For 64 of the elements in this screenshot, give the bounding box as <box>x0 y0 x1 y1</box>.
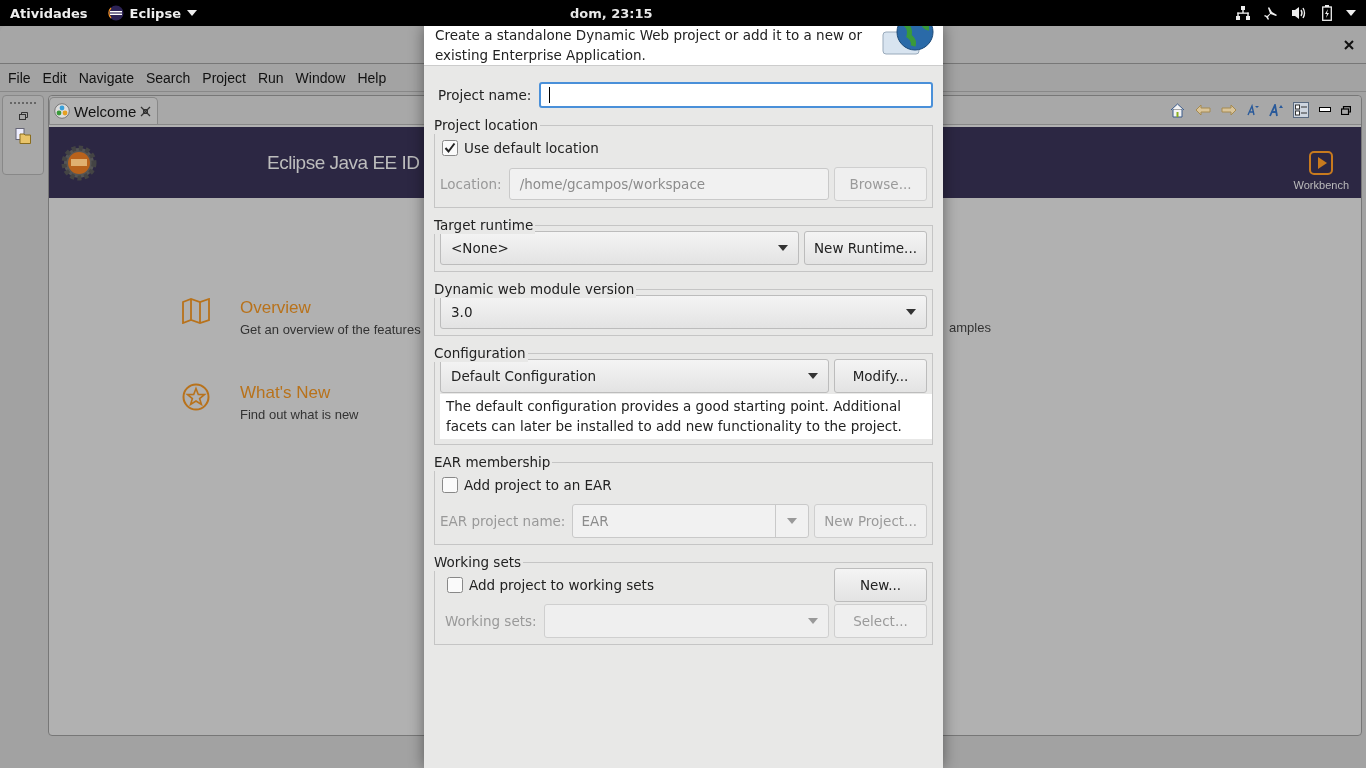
field-label: Working sets: <box>445 613 538 629</box>
caret-icon <box>808 618 818 624</box>
caret-icon <box>787 518 798 524</box>
button[interactable]: New... <box>834 568 927 602</box>
welcome-icon <box>54 103 70 119</box>
button[interactable]: Modify... <box>834 359 927 393</box>
menu-item[interactable]: Project <box>196 69 252 86</box>
home-icon[interactable] <box>1170 102 1185 118</box>
menu-item[interactable]: Window <box>289 69 352 86</box>
play-icon <box>1309 150 1334 175</box>
checkbox-icon[interactable] <box>442 477 458 493</box>
app-menu[interactable]: Eclipse <box>107 5 197 21</box>
gear-logo-icon <box>61 144 97 181</box>
caret-icon[interactable] <box>1346 10 1356 16</box>
map-icon <box>182 298 210 324</box>
checkbox[interactable]: Add project to an EAR <box>440 477 927 493</box>
caret-icon <box>808 373 818 379</box>
restore-icon[interactable] <box>1341 105 1351 115</box>
field-label: Location: <box>440 176 503 192</box>
network-icon[interactable] <box>1236 6 1250 20</box>
group-title: Target runtime <box>434 216 536 234</box>
minimize-icon[interactable] <box>1319 107 1331 113</box>
group-title: Project location <box>434 116 541 134</box>
link-description: Find out what is new <box>240 407 359 422</box>
group-title: EAR membership <box>434 453 553 471</box>
checkbox-icon[interactable] <box>447 577 463 593</box>
menu-item[interactable]: Run <box>251 69 290 86</box>
field-label: EAR project name: <box>440 513 567 529</box>
menu-item[interactable]: File <box>2 69 37 86</box>
link-description: amples <box>949 320 991 337</box>
field-label: Project name: <box>438 87 533 103</box>
clock: dom, 23:15 <box>570 5 654 21</box>
close-icon[interactable] <box>1344 39 1354 50</box>
workbench-link[interactable]: Workbench <box>1293 134 1349 191</box>
checkbox[interactable]: Add project to working sets <box>445 577 829 593</box>
group-title: Configuration <box>434 344 528 362</box>
dialog-description: Create a standalone Dynamic Web project or add it to a new or existing Enterprise Application. <box>435 26 864 65</box>
menu-item[interactable]: Edit <box>36 69 73 86</box>
caret-icon <box>778 245 788 251</box>
caret-icon <box>906 309 916 315</box>
description-text: The default configuration provides a good starting point. Additional facets can later be installed to add new functionality to the project. <box>440 394 932 439</box>
battery-icon[interactable] <box>1322 5 1332 21</box>
font-smaller-icon[interactable] <box>1247 104 1259 116</box>
activities-button[interactable]: Atividades <box>10 5 88 21</box>
close-icon[interactable] <box>140 105 152 117</box>
menu-item[interactable]: Help <box>351 69 393 86</box>
files-icon[interactable] <box>15 128 31 144</box>
restore-icon[interactable] <box>18 112 28 120</box>
menu-item[interactable]: Search <box>139 69 197 86</box>
eclipse-icon <box>107 5 124 21</box>
project-name-field[interactable] <box>539 82 933 108</box>
button[interactable]: New Runtime... <box>804 231 927 265</box>
volume-icon[interactable] <box>1292 6 1308 20</box>
menu-item[interactable]: Navigate <box>72 69 140 86</box>
checkbox-icon[interactable] <box>442 140 458 156</box>
group-title: Working sets <box>434 553 524 571</box>
checkbox[interactable]: Use default location <box>440 140 927 156</box>
font-larger-icon[interactable] <box>1269 103 1283 117</box>
welcome-tab[interactable]: Welcome <box>49 97 159 124</box>
checklist-icon[interactable] <box>1293 102 1309 118</box>
banner-title: Eclipse Java EE ID <box>267 151 421 174</box>
group-title: Dynamic web module version <box>434 280 637 298</box>
link-description: Get an overview of the features <box>240 322 421 337</box>
caret-icon <box>186 10 197 16</box>
